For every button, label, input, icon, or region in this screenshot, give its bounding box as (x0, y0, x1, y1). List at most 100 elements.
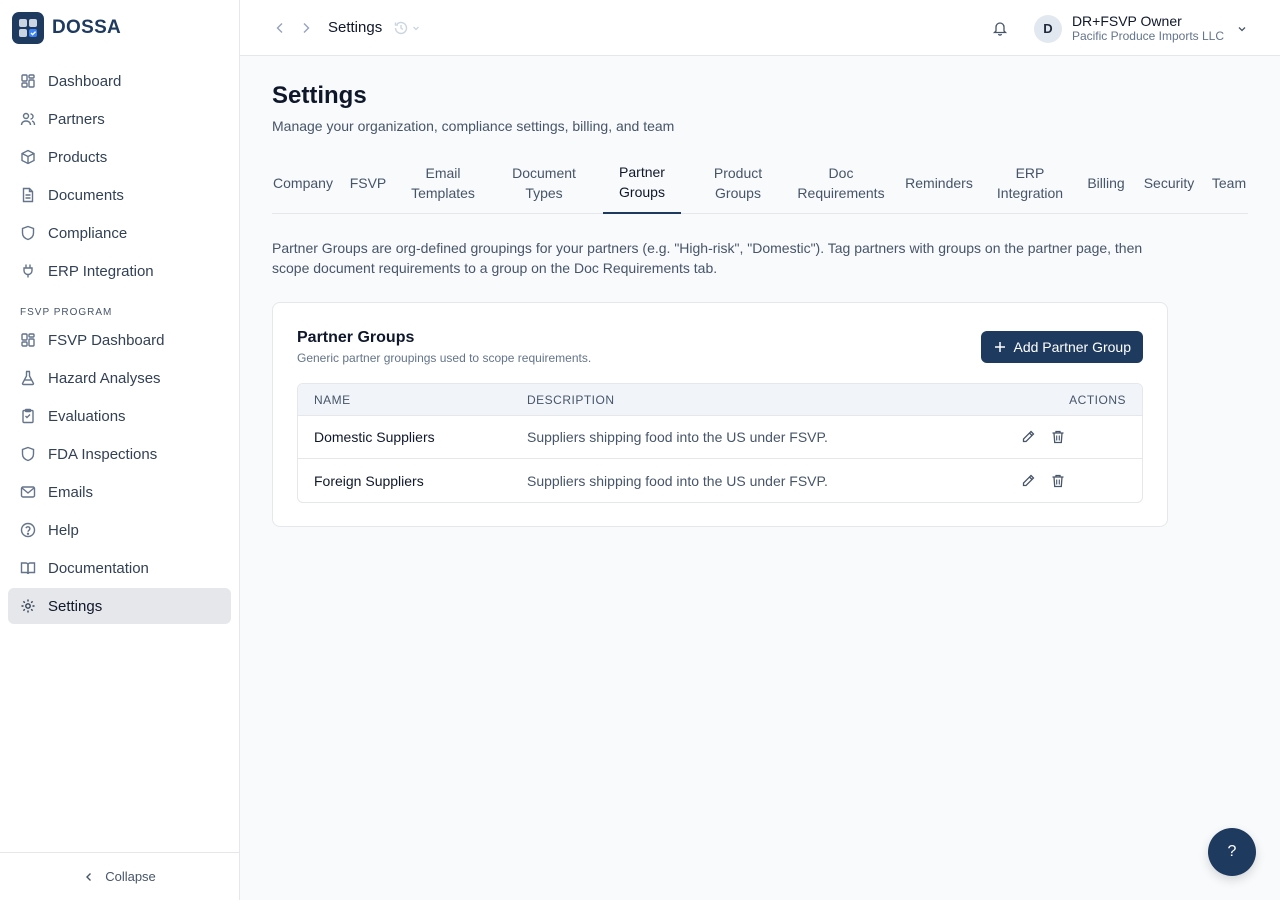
gear-icon (21, 599, 35, 613)
tab-security[interactable]: Security (1138, 152, 1200, 214)
back-button[interactable] (272, 20, 288, 36)
settings-tabs: Company FSVP Email Templates Document Ty… (272, 152, 1248, 214)
sidebar-item-label: Hazard Analyses (48, 369, 161, 387)
card-subtitle: Generic partner groupings used to scope … (297, 351, 592, 365)
sidebar-item-label: Emails (48, 483, 94, 501)
edit-icon[interactable] (1020, 429, 1036, 445)
tab-product-groups[interactable]: Product Groups (700, 152, 776, 214)
intro-text: Partner Groups are org-defined groupings… (272, 240, 1143, 276)
tab-doc-requirements[interactable]: Doc Requirements (792, 152, 890, 214)
row-name: Foreign Suppliers (314, 472, 424, 489)
fsvp-nav: FSVP Dashboard Hazard Analyses Evaluatio… (8, 322, 231, 626)
avatar: D (1033, 14, 1062, 43)
history-icon (394, 21, 408, 35)
tab-email-templates[interactable]: Email Templates (402, 152, 484, 214)
sidebar-item-dashboard[interactable]: Dashboard (8, 63, 231, 99)
collapse-button[interactable]: Collapse (0, 852, 239, 900)
row-description: Suppliers shipping food into the US unde… (527, 472, 828, 489)
sidebar-item-hazard-analyses[interactable]: Hazard Analyses (8, 360, 231, 396)
sidebar-item-label: Settings (48, 597, 103, 615)
sidebar-item-label: Evaluations (48, 407, 126, 425)
mail-icon (20, 486, 36, 498)
table-header: NAME DESCRIPTION ACTIONS (298, 384, 1142, 416)
brand-name: DOSSA (52, 17, 122, 38)
clipboard-icon (22, 408, 34, 424)
help-circle-icon (20, 522, 36, 538)
chevron-down-icon (1238, 26, 1246, 31)
user-menu[interactable]: D DR+FSVP Owner Pacific Produce Imports … (1033, 13, 1248, 44)
column-header-actions: ACTIONS (1069, 392, 1126, 407)
sidebar-item-partners[interactable]: Partners (8, 101, 231, 137)
sidebar-item-label: Partners (48, 110, 105, 128)
bell-icon (992, 22, 1008, 36)
column-header-description: DESCRIPTION (527, 392, 615, 407)
shield-icon (21, 446, 35, 462)
add-partner-group-button[interactable]: Add Partner Group (981, 331, 1143, 363)
tab-partner-groups[interactable]: Partner Groups (603, 152, 681, 214)
plus-icon (995, 342, 1006, 352)
user-org: Pacific Produce Imports LLC (1071, 29, 1224, 43)
page-subtitle: Manage your organization, compliance set… (272, 118, 675, 134)
sidebar-item-fsvp-dashboard[interactable]: FSVP Dashboard (8, 322, 231, 358)
tab-company[interactable]: Company (272, 152, 334, 214)
trash-icon[interactable] (1050, 429, 1066, 445)
logo-icon (12, 12, 44, 44)
sidebar-item-label: FSVP Dashboard (48, 331, 165, 349)
main-nav: Dashboard Partners Products Documents Co… (8, 63, 231, 291)
tab-reminders[interactable]: Reminders (902, 152, 976, 214)
chevron-down-icon (413, 26, 419, 31)
column-header-name: NAME (314, 392, 351, 407)
sidebar-item-documents[interactable]: Documents (8, 177, 231, 213)
tab-billing[interactable]: Billing (1082, 152, 1130, 214)
sidebar-item-fda-inspections[interactable]: FDA Inspections (8, 436, 231, 472)
history-dropdown[interactable] (393, 20, 421, 36)
sidebar: DOSSA Dashboard Partners Products Docume… (0, 0, 240, 900)
tab-erp-integration[interactable]: ERP Integration (990, 152, 1070, 214)
user-info: DR+FSVP Owner Pacific Produce Imports LL… (1071, 13, 1224, 44)
sidebar-item-settings[interactable]: Settings (8, 588, 231, 624)
tab-fsvp[interactable]: FSVP (348, 152, 388, 214)
flask-icon (21, 370, 35, 386)
chevron-left-icon (276, 23, 283, 33)
top-header: Settings D DR+FSVP Owner Pacific Produce… (240, 0, 1280, 56)
trash-icon[interactable] (1050, 473, 1066, 489)
shield-icon (21, 225, 35, 241)
partner-groups-card: Partner Groups Generic partner groupings… (272, 302, 1168, 527)
sidebar-item-label: ERP Integration (48, 262, 154, 280)
add-button-label: Add Partner Group (1013, 339, 1131, 355)
breadcrumb: Settings (328, 19, 383, 36)
sidebar-item-evaluations[interactable]: Evaluations (8, 398, 231, 434)
brand[interactable]: DOSSA (0, 0, 239, 56)
sidebar-item-label: Products (48, 148, 108, 166)
collapse-label: Collapse (105, 869, 156, 884)
users-icon (20, 112, 36, 126)
sidebar-item-label: Documentation (48, 559, 149, 577)
table-row: Foreign Suppliers Suppliers shipping foo… (298, 459, 1142, 502)
user-name: DR+FSVP Owner (1071, 13, 1182, 29)
table-row: Domestic Suppliers Suppliers shipping fo… (298, 416, 1142, 459)
sidebar-item-emails[interactable]: Emails (8, 474, 231, 510)
row-actions (1014, 473, 1142, 489)
package-icon (21, 149, 35, 165)
sidebar-item-compliance[interactable]: Compliance (8, 215, 231, 251)
sidebar-item-help[interactable]: Help (8, 512, 231, 548)
page-title: Settings (272, 82, 367, 109)
plug-icon (23, 264, 33, 278)
sidebar-item-products[interactable]: Products (8, 139, 231, 175)
sidebar-item-documentation[interactable]: Documentation (8, 550, 231, 586)
sidebar-item-label: FDA Inspections (48, 445, 158, 463)
edit-icon[interactable] (1020, 473, 1036, 489)
tab-document-types[interactable]: Document Types (502, 152, 586, 214)
card-title: Partner Groups (297, 329, 415, 346)
forward-button[interactable] (298, 20, 314, 36)
chevron-left-icon (86, 872, 92, 881)
tab-team[interactable]: Team (1210, 152, 1248, 214)
row-description: Suppliers shipping food into the US unde… (527, 429, 828, 445)
dashboard-icon (21, 333, 35, 347)
help-button[interactable]: ? (1208, 828, 1256, 876)
file-icon (22, 187, 34, 203)
notifications-button[interactable] (992, 20, 1008, 36)
sidebar-item-label: Help (48, 521, 79, 539)
sidebar-item-erp-integration[interactable]: ERP Integration (8, 253, 231, 289)
row-name: Domestic Suppliers (314, 429, 435, 445)
